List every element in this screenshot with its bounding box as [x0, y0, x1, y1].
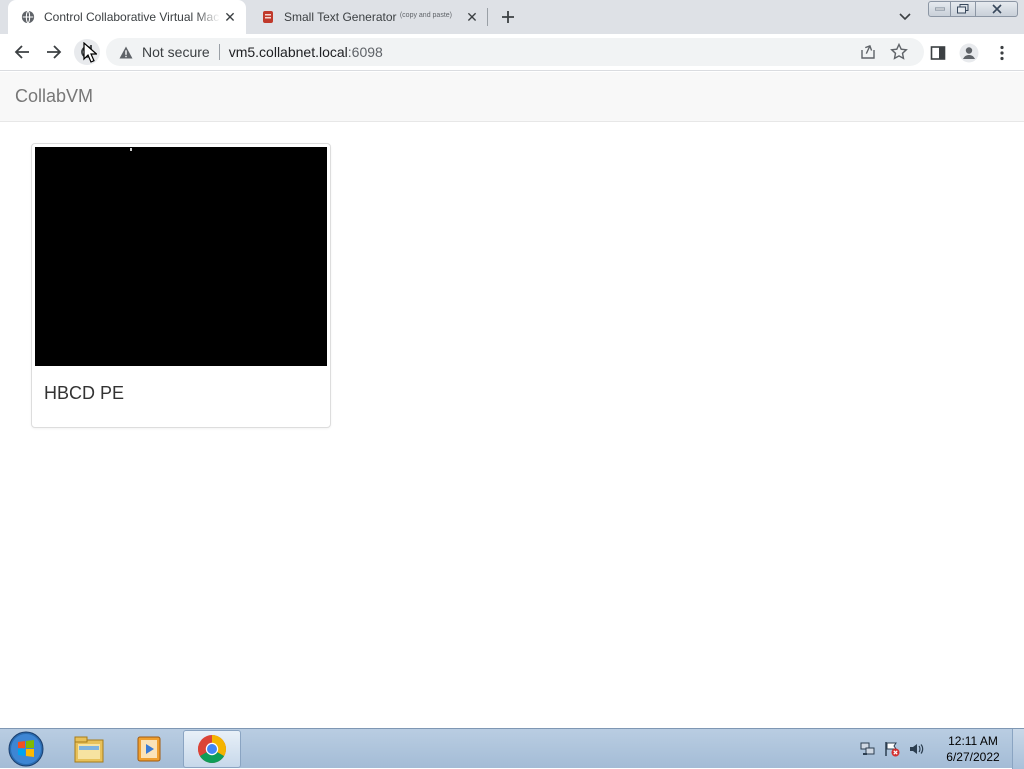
url-text[interactable]: vm5.collabnet.local:6098 [229, 44, 383, 60]
close-window-button[interactable] [976, 1, 1018, 17]
address-bar[interactable]: Not secure vm5.collabnet.local:6098 [106, 38, 924, 66]
vm-cursor-artifact [130, 148, 132, 151]
vm-card[interactable]: HBCD PE [31, 143, 331, 428]
tab-title-text: Small Text Generator [284, 10, 397, 24]
profile-icon[interactable] [959, 43, 979, 63]
side-panel-icon[interactable] [928, 43, 948, 63]
clock-time: 12:11 AM [948, 734, 998, 748]
back-arrow-icon[interactable] [9, 39, 35, 65]
action-center-flag-icon[interactable] [884, 741, 900, 757]
tab-title: Small Text Generator (copy and paste) [284, 10, 462, 24]
tab-title-sup: (copy and paste) [399, 12, 452, 19]
forward-arrow-icon[interactable] [41, 39, 67, 65]
volume-icon[interactable] [908, 741, 924, 757]
close-tab-icon[interactable]: ✕ [220, 7, 240, 27]
share-icon[interactable] [860, 44, 876, 60]
security-status-label[interactable]: Not secure [142, 44, 210, 60]
brand-link[interactable]: CollabVM [15, 86, 93, 107]
restore-window-button[interactable] [951, 1, 976, 17]
minimize-window-button[interactable] [928, 1, 951, 17]
tab-collabvm[interactable]: Control Collaborative Virtual Machines ✕ [8, 0, 246, 34]
mouse-pointer-icon [83, 42, 97, 63]
system-tray [860, 739, 924, 759]
generator-favicon [260, 9, 276, 25]
url-host: vm5.collabnet.local [228, 44, 348, 60]
windows-taskbar: 12:11 AM 6/27/2022 [0, 728, 1024, 769]
tab-title: Control Collaborative Virtual Machines [44, 10, 220, 24]
tab-search-chevron-icon[interactable] [895, 8, 915, 26]
tab-small-text-generator[interactable]: Small Text Generator (copy and paste) ✕ [248, 0, 488, 34]
tab-divider [487, 8, 488, 26]
web-page: CollabVM HBCD PE [0, 72, 1024, 728]
close-tab-icon[interactable]: ✕ [462, 7, 482, 27]
network-icon[interactable] [860, 741, 876, 757]
star-icon[interactable] [890, 42, 908, 61]
vm-name[interactable]: HBCD PE [44, 383, 124, 404]
address-divider [218, 44, 220, 60]
new-tab-plus-icon[interactable] [497, 6, 519, 28]
clock-date: 6/27/2022 [946, 750, 1000, 764]
globe-icon [20, 9, 36, 25]
file-explorer-icon[interactable] [60, 730, 118, 768]
site-navbar: CollabVM [0, 72, 1024, 122]
chrome-icon[interactable] [183, 730, 241, 768]
media-player-icon[interactable] [120, 730, 178, 768]
menu-dots-icon[interactable] [992, 43, 1012, 63]
browser-toolbar: Not secure vm5.collabnet.local:6098 [0, 34, 1024, 71]
url-port: :6098 [347, 44, 383, 60]
show-desktop-button[interactable] [1012, 729, 1024, 769]
taskbar-clock[interactable]: 12:11 AM 6/27/2022 [940, 733, 1006, 765]
browser-tab-strip: Control Collaborative Virtual Machines ✕… [0, 0, 1024, 34]
warning-triangle-icon[interactable] [118, 44, 134, 60]
vm-thumbnail[interactable] [35, 147, 327, 366]
windows-start-icon[interactable] [6, 730, 46, 768]
